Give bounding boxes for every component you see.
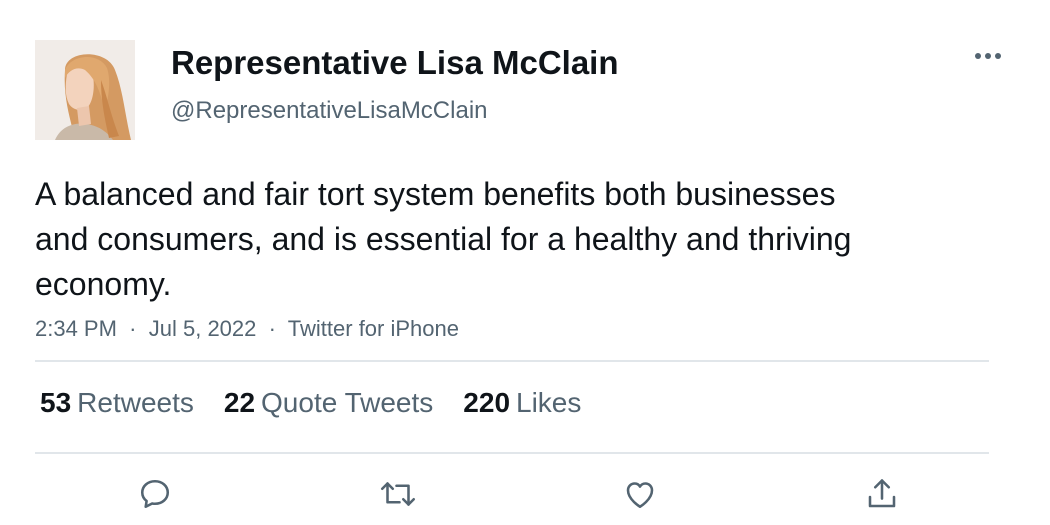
tweet-time[interactable]: 2:34 PM bbox=[35, 316, 117, 341]
likes-count: 220 bbox=[463, 387, 511, 418]
retweet-button[interactable] bbox=[376, 474, 420, 514]
like-button[interactable] bbox=[618, 474, 662, 514]
likes-label: Likes bbox=[516, 387, 582, 418]
reply-icon bbox=[140, 479, 170, 509]
meta-separator: · bbox=[123, 316, 143, 341]
quote-tweets-label: Quote Tweets bbox=[261, 387, 434, 418]
tweet-metadata: 2:34 PM · Jul 5, 2022 · Twitter for iPho… bbox=[35, 316, 459, 342]
tweet-card: Representative Lisa McClain @Representat… bbox=[0, 0, 1050, 525]
divider bbox=[35, 360, 989, 362]
more-options-button[interactable] bbox=[968, 44, 1008, 68]
retweets-stat[interactable]: 53 Retweets bbox=[40, 387, 194, 419]
reply-button[interactable] bbox=[133, 474, 177, 514]
share-button[interactable] bbox=[860, 474, 904, 514]
divider bbox=[35, 452, 989, 454]
heart-icon bbox=[626, 482, 654, 509]
retweets-count: 53 bbox=[40, 387, 72, 418]
retweet-icon bbox=[380, 482, 416, 506]
retweets-label: Retweets bbox=[77, 387, 194, 418]
tweet-text: A balanced and fair tort system benefits… bbox=[35, 176, 852, 302]
more-options-icon bbox=[975, 53, 1001, 59]
tweet-source[interactable]: Twitter for iPhone bbox=[288, 316, 459, 341]
avatar[interactable] bbox=[35, 40, 135, 140]
engagement-stats: 53 Retweets 22 Quote Tweets 220 Likes bbox=[40, 387, 611, 419]
display-name[interactable]: Representative Lisa McClain bbox=[171, 44, 619, 82]
profile-photo-icon bbox=[35, 40, 135, 140]
quote-tweets-count: 22 bbox=[223, 387, 256, 418]
likes-stat[interactable]: 220 Likes bbox=[463, 387, 581, 419]
meta-separator: · bbox=[262, 316, 283, 341]
quote-tweets-stat[interactable]: 22 Quote Tweets bbox=[224, 387, 433, 419]
tweet-date[interactable]: Jul 5, 2022 bbox=[149, 316, 257, 341]
share-icon bbox=[868, 479, 896, 508]
user-handle[interactable]: @RepresentativeLisaMcClain bbox=[171, 97, 488, 125]
